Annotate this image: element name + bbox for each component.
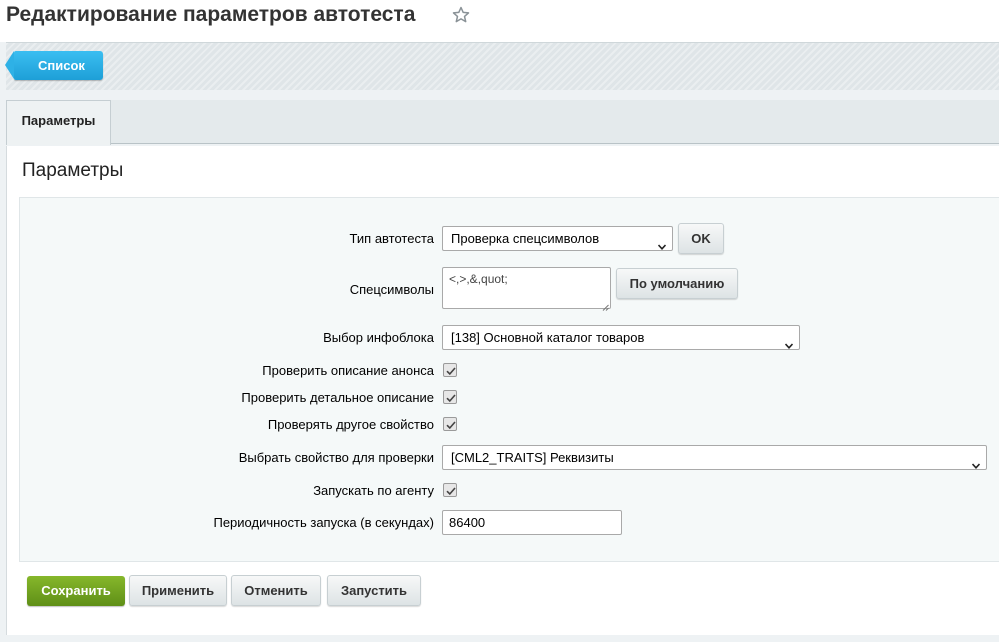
checkmark-icon [446, 421, 456, 430]
period-value: 86400 [449, 515, 486, 530]
tabs-bar [6, 100, 999, 144]
default-button[interactable]: По умолчанию [616, 268, 738, 299]
check-other-property-checkbox[interactable] [443, 417, 457, 431]
toolbar [6, 42, 999, 90]
checkmark-icon [446, 394, 456, 403]
page-title: Редактирование параметров автотеста [6, 3, 416, 26]
special-chars-textarea[interactable]: <,>,&,quot; [442, 267, 611, 311]
check-preview-label: Проверить описание анонса [262, 363, 434, 378]
special-chars-label: Спецсимволы [349, 282, 434, 297]
checkmark-icon [446, 367, 456, 376]
apply-button[interactable]: Применить [129, 575, 227, 606]
ok-button[interactable]: OK [678, 223, 724, 254]
cancel-button[interactable]: Отменить [231, 575, 321, 606]
star-icon[interactable] [451, 5, 471, 25]
iblock-label: Выбор инфоблока [323, 330, 434, 345]
period-label: Периодичность запуска (в секундах) [213, 515, 434, 530]
page-header: Редактирование параметров автотеста [0, 0, 999, 42]
check-detail-label: Проверить детальное описание [241, 390, 434, 405]
iblock-value: [138] Основной каталог товаров [451, 330, 645, 345]
property-value: [CML2_TRAITS] Реквизиты [451, 450, 614, 465]
checkmark-icon [446, 487, 456, 496]
period-input[interactable]: 86400 [442, 510, 622, 535]
resize-grip-icon[interactable] [602, 300, 609, 311]
check-preview-checkbox[interactable] [443, 363, 457, 377]
run-by-agent-label: Запускать по агенту [313, 483, 434, 498]
form-panel [19, 197, 999, 562]
special-chars-value: <,>,&,quot; [449, 272, 508, 286]
list-button[interactable]: Список [5, 51, 103, 80]
chevron-down-icon [971, 454, 981, 469]
property-label: Выбрать свойство для проверки [238, 450, 434, 465]
test-type-value: Проверка спецсимволов [451, 231, 600, 246]
chevron-down-icon [657, 235, 667, 250]
property-select[interactable]: [CML2_TRAITS] Реквизиты [442, 445, 987, 470]
section-title: Параметры [22, 160, 124, 181]
iblock-select[interactable]: [138] Основной каталог товаров [442, 325, 800, 350]
run-button[interactable]: Запустить [327, 575, 421, 606]
check-other-property-label: Проверять другое свойство [267, 417, 434, 432]
run-by-agent-checkbox[interactable] [443, 483, 457, 497]
test-type-label: Тип автотеста [349, 231, 434, 246]
save-button[interactable]: Сохранить [27, 576, 125, 606]
chevron-down-icon [784, 334, 794, 349]
test-type-select[interactable]: Проверка спецсимволов [442, 226, 673, 251]
tab-parameters[interactable]: Параметры [6, 100, 111, 145]
check-detail-checkbox[interactable] [443, 390, 457, 404]
